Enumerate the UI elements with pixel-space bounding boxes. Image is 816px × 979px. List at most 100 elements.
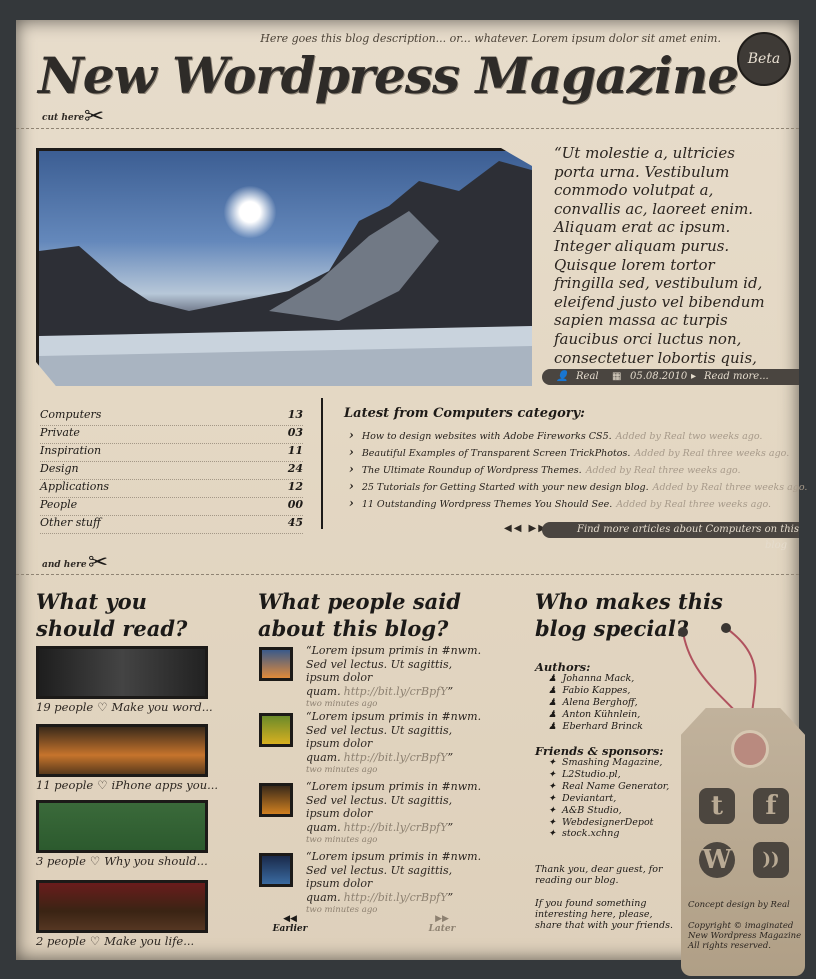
- tweet-avatar[interactable]: [259, 783, 293, 817]
- category-row[interactable]: Computers 13: [40, 408, 303, 426]
- category-row[interactable]: People 00: [40, 498, 303, 516]
- latest-article[interactable]: How to design websites with Adobe Firewo…: [349, 428, 794, 445]
- arrow-icon: ▸: [691, 371, 697, 382]
- read-item-people: 19 people: [36, 700, 94, 714]
- concept-credit: Concept design by Real: [688, 900, 790, 910]
- featured-quote: “Ut molestie a, ultricies porta urna. Ve…: [554, 144, 765, 385]
- read-item-people: 3 people: [36, 854, 86, 868]
- author-name: Anton Kühnlein,: [562, 708, 641, 720]
- read-item-caption[interactable]: 19 people ♡ Make you word...: [36, 700, 213, 714]
- read-section-title: What you should read?: [36, 589, 188, 641]
- tweet-link[interactable]: http://bit.ly/crBpfY: [344, 685, 448, 698]
- author-name: Johanna Mack,: [562, 673, 635, 684]
- author-name: Fabio Kappes,: [562, 684, 631, 696]
- category-row[interactable]: Design 24: [40, 462, 303, 480]
- tweet: “Lorem ipsum primis in #nwm. Sed vel lec…: [306, 710, 486, 778]
- read-item-caption[interactable]: 3 people ♡ Why you should...: [36, 854, 208, 868]
- category-row[interactable]: Private 03: [40, 426, 303, 444]
- read-item-text: Make you word...: [111, 700, 213, 714]
- article-title: 11 Outstanding Wordpress Themes You Shou…: [361, 499, 613, 510]
- author-item[interactable]: ♟ Eberhard Brinck: [548, 721, 643, 733]
- friend-name: A&B Studio,: [561, 804, 622, 816]
- tweet-avatar[interactable]: [259, 853, 293, 887]
- tweet-link[interactable]: http://bit.ly/crBpfY: [344, 751, 448, 764]
- earlier-link[interactable]: ◀◀ Earlier: [270, 914, 310, 934]
- latest-title: Latest from Computers category:: [344, 406, 585, 421]
- friend-item[interactable]: ✦ A&B Studio,: [548, 805, 622, 817]
- rss-icon[interactable]: )): [753, 842, 789, 878]
- friend-item[interactable]: ✦ Smashing Magazine,: [548, 757, 662, 769]
- friend-name: Smashing Magazine,: [561, 757, 663, 768]
- friend-name: L2Studio.pl,: [561, 768, 621, 780]
- author-item[interactable]: ♟ Fabio Kappes,: [548, 685, 630, 697]
- category-row[interactable]: Inspiration 11: [40, 444, 303, 462]
- article-title: How to design websites with Adobe Firewo…: [361, 431, 612, 442]
- ribbon-icon: ✦: [548, 804, 556, 816]
- friend-item[interactable]: ✦ Real Name Generator,: [548, 781, 669, 793]
- scissors-icon: ✂: [88, 548, 109, 576]
- latest-article[interactable]: The Ultimate Roundup of Wordpress Themes…: [349, 462, 794, 479]
- tweet-link[interactable]: http://bit.ly/crBpfY: [344, 821, 448, 834]
- author-item[interactable]: ♟ Johanna Mack,: [548, 673, 634, 685]
- later-link[interactable]: ▶▶ Later: [422, 914, 462, 934]
- earlier-label: Earlier: [272, 924, 308, 934]
- latest-article[interactable]: 25 Tutorials for Getting Started with yo…: [349, 479, 808, 496]
- find-more-link[interactable]: Find more articles about Computers on th…: [542, 522, 799, 551]
- category-name: Inspiration: [40, 444, 102, 457]
- read-thumb-4[interactable]: [36, 880, 208, 933]
- calendar-icon: ▦: [612, 371, 622, 382]
- category-name: Applications: [40, 480, 110, 493]
- read-item-caption[interactable]: 2 people ♡ Make you life...: [36, 934, 194, 948]
- said-section-title: What people said about this blog?: [258, 589, 461, 641]
- ribbon-icon: ✦: [548, 816, 556, 828]
- wordpress-icon[interactable]: W: [699, 842, 735, 878]
- share-text: If you found something interesting here,…: [535, 898, 673, 931]
- facebook-icon[interactable]: f: [753, 788, 789, 824]
- category-count: 12: [287, 480, 303, 493]
- category-count: 45: [287, 516, 303, 529]
- read-item-people: 2 people: [36, 934, 86, 948]
- friend-item[interactable]: ✦ stock.xchng: [548, 828, 619, 840]
- read-item-text: Make you life...: [104, 934, 195, 948]
- friend-item[interactable]: ✦ WebdesignerDepot: [548, 817, 654, 829]
- category-row[interactable]: Applications 12: [40, 480, 303, 498]
- read-thumb-1[interactable]: [36, 646, 208, 699]
- user-icon: 👤: [556, 371, 569, 382]
- beta-badge: Beta: [737, 32, 791, 86]
- find-more-label: Find more articles about Computers on th…: [577, 524, 799, 551]
- and-here-label: and here: [42, 560, 87, 570]
- tweet-time: two minutes ago: [306, 835, 378, 845]
- category-row[interactable]: Other stuff 45: [40, 516, 303, 534]
- featured-author[interactable]: Real: [576, 369, 599, 385]
- later-label: Later: [428, 924, 456, 934]
- friend-name: stock.xchng: [561, 828, 620, 840]
- friend-name: Deviantart,: [561, 792, 617, 804]
- author-name: Eberhard Brinck: [562, 720, 643, 732]
- column-divider: [321, 398, 323, 529]
- friend-item[interactable]: ✦ L2Studio.pl,: [548, 769, 621, 781]
- read-thumb-2[interactable]: [36, 724, 208, 777]
- latest-article[interactable]: Beautiful Examples of Transparent Screen…: [349, 445, 794, 462]
- tweet-avatar[interactable]: [259, 647, 293, 681]
- authors-label: Authors:: [535, 660, 591, 674]
- category-name: Other stuff: [40, 516, 101, 529]
- author-item[interactable]: ♟ Alena Berghoff,: [548, 697, 638, 709]
- latest-article[interactable]: 11 Outstanding Wordpress Themes You Shou…: [349, 496, 794, 513]
- heart-icon: ♡: [89, 854, 101, 868]
- featured-image[interactable]: [36, 148, 532, 386]
- read-more-link[interactable]: Read more...: [704, 369, 769, 385]
- read-thumb-3[interactable]: [36, 800, 208, 853]
- twitter-icon[interactable]: t: [699, 788, 735, 824]
- friend-item[interactable]: ✦ Deviantart,: [548, 793, 616, 805]
- mountain-scene: [39, 161, 532, 386]
- category-name: Computers: [40, 408, 102, 421]
- tweet-link[interactable]: http://bit.ly/crBpfY: [344, 891, 448, 904]
- site-title[interactable]: New Wordpress Magazine: [38, 46, 739, 105]
- author-name: Alena Berghoff,: [562, 696, 638, 708]
- article-byline: Added by Real three weeks ago.: [652, 482, 808, 493]
- category-name: Private: [40, 426, 80, 439]
- read-item-caption[interactable]: 11 people ♡ iPhone apps you...: [36, 778, 218, 792]
- tweet-avatar[interactable]: [259, 713, 293, 747]
- featured-meta-bar: 👤 Real ▦ 05.08.2010 ▸ Read more...: [542, 369, 799, 385]
- author-item[interactable]: ♟ Anton Kühnlein,: [548, 709, 640, 721]
